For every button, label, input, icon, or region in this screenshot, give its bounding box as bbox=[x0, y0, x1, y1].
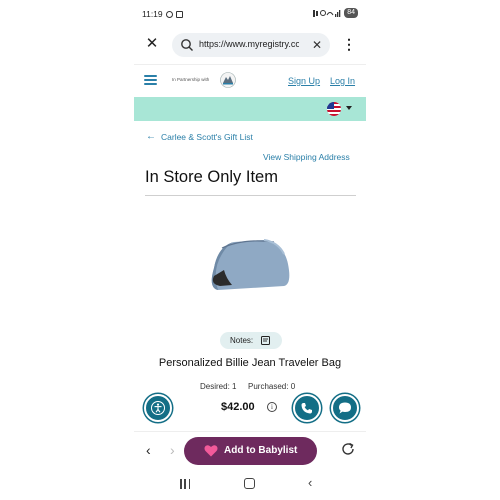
page-title: In Store Only Item bbox=[145, 168, 278, 186]
phone-screen: 11:19 84 ✕ https://www.myregistry.com ✕ … bbox=[134, 0, 366, 500]
forward-arrow-icon[interactable]: › bbox=[170, 442, 175, 458]
sign-up-link[interactable]: Sign Up bbox=[288, 76, 320, 86]
status-left: 11:19 bbox=[142, 9, 183, 19]
battery-indicator: 84 bbox=[344, 8, 358, 18]
reload-icon[interactable] bbox=[340, 441, 356, 457]
phone-icon bbox=[301, 403, 312, 414]
add-to-babylist-label: Add to Babylist bbox=[224, 445, 298, 456]
product-image bbox=[211, 239, 290, 290]
breadcrumb-label[interactable]: Carlee & Scott's Gift List bbox=[161, 132, 253, 142]
clear-icon[interactable]: ✕ bbox=[312, 37, 322, 53]
browser-bottom-bar: ‹ › Add to Babylist bbox=[134, 431, 366, 467]
screenshot-icon bbox=[175, 10, 183, 18]
notes-badge[interactable]: Notes: bbox=[220, 332, 282, 349]
browser-toolbar: ✕ https://www.myregistry.com ✕ ⋮ bbox=[134, 30, 366, 60]
note-icon bbox=[261, 336, 270, 345]
us-flag-icon[interactable] bbox=[327, 102, 341, 116]
partner-logo bbox=[220, 72, 236, 88]
accessibility-button[interactable] bbox=[144, 394, 172, 422]
status-right: 84 bbox=[313, 8, 358, 18]
search-icon bbox=[181, 39, 193, 51]
signal-icons bbox=[313, 9, 341, 17]
recent-apps-icon[interactable] bbox=[180, 479, 190, 489]
accessibility-icon bbox=[151, 401, 165, 415]
status-time: 11:19 bbox=[142, 9, 163, 19]
site-header: In Partnership with Sign Up Log In bbox=[134, 64, 366, 96]
chat-bubble-icon bbox=[339, 402, 351, 414]
hamburger-menu-icon[interactable] bbox=[144, 75, 157, 85]
address-bar[interactable]: https://www.myregistry.com ✕ bbox=[172, 33, 330, 57]
product-price: $42.00 bbox=[221, 401, 255, 413]
arrow-left-icon: ← bbox=[146, 131, 156, 142]
status-bar: 11:19 84 bbox=[134, 0, 366, 28]
close-icon[interactable]: ✕ bbox=[144, 36, 160, 52]
breadcrumb[interactable]: ← Carlee & Scott's Gift List bbox=[146, 131, 253, 142]
partnership-text: In Partnership with bbox=[172, 77, 210, 82]
view-shipping-address-link[interactable]: View Shipping Address bbox=[263, 152, 350, 162]
kebab-menu-icon[interactable]: ⋮ bbox=[342, 36, 356, 52]
divider bbox=[145, 195, 356, 196]
country-bar bbox=[134, 97, 366, 121]
info-icon[interactable]: i bbox=[267, 402, 277, 412]
product-name: Personalized Billie Jean Traveler Bag bbox=[158, 357, 342, 369]
home-icon[interactable] bbox=[244, 478, 255, 489]
heart-icon bbox=[204, 445, 218, 457]
system-back-icon[interactable]: ‹ bbox=[308, 476, 312, 490]
purchased-count: Purchased: 0 bbox=[248, 382, 296, 391]
chevron-down-icon[interactable] bbox=[346, 106, 352, 110]
url-text[interactable]: https://www.myregistry.com bbox=[199, 39, 299, 49]
notes-label: Notes: bbox=[230, 336, 254, 345]
log-in-link[interactable]: Log In bbox=[330, 76, 355, 86]
notification-icon bbox=[165, 10, 173, 18]
call-button[interactable] bbox=[293, 394, 321, 422]
system-nav-bar: ‹ bbox=[134, 470, 366, 500]
back-arrow-icon[interactable]: ‹ bbox=[146, 442, 151, 458]
desired-count: Desired: 1 bbox=[200, 382, 237, 391]
chat-button[interactable] bbox=[331, 394, 359, 422]
add-to-babylist-button[interactable]: Add to Babylist bbox=[184, 437, 317, 465]
